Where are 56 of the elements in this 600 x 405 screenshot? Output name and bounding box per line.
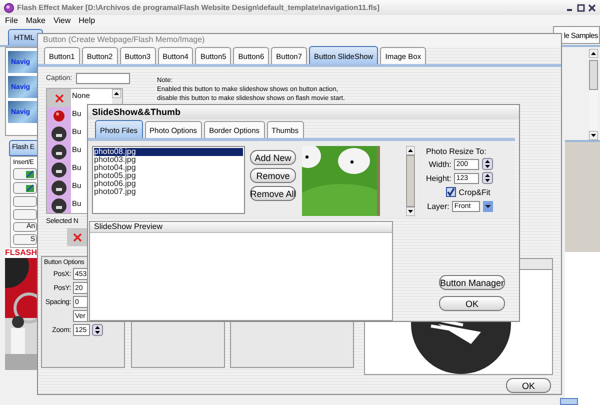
style-swatch[interactable] bbox=[47, 89, 71, 107]
round-button-icon bbox=[51, 144, 67, 160]
scrollbar[interactable] bbox=[405, 146, 416, 216]
list-button[interactable]: Remove bbox=[250, 168, 296, 183]
restore-icon[interactable] bbox=[577, 4, 585, 12]
close-icon bbox=[54, 94, 64, 102]
spin-button[interactable] bbox=[482, 172, 494, 184]
field-label: Height: bbox=[426, 174, 452, 182]
dialog-title: Button (Create Webpage/Flash Memo/Image) bbox=[38, 34, 561, 46]
menu-item[interactable]: File bbox=[5, 16, 18, 25]
close-icon[interactable] bbox=[588, 4, 596, 12]
photo-list-item[interactable]: photo08.jpg bbox=[94, 148, 243, 156]
scroll-up-button[interactable] bbox=[406, 146, 415, 155]
round-button-icon bbox=[51, 180, 67, 196]
round-button-icon bbox=[51, 198, 67, 213]
spin-button[interactable] bbox=[482, 158, 494, 170]
field-label: Layer: bbox=[427, 202, 450, 210]
dialog-title: SlideShow&&Thumb bbox=[88, 105, 519, 119]
resize-title: Photo Resize To: bbox=[426, 147, 488, 156]
toolbar-button[interactable] bbox=[560, 398, 578, 405]
banner-title: FLSASH bbox=[5, 248, 40, 258]
style-swatch[interactable] bbox=[47, 197, 71, 213]
round-button-icon bbox=[51, 162, 67, 178]
style-swatch[interactable] bbox=[47, 107, 71, 125]
insert-button[interactable] bbox=[13, 168, 37, 180]
round-button-icon bbox=[51, 126, 67, 142]
list-button[interactable]: Add New bbox=[250, 150, 296, 165]
close-icon bbox=[72, 232, 82, 242]
scrollbar-thumb[interactable] bbox=[406, 155, 415, 207]
ok-button[interactable]: OK bbox=[439, 296, 505, 311]
scroll-up-button[interactable] bbox=[112, 89, 121, 98]
field-label: Width: bbox=[428, 160, 452, 168]
menu-item[interactable]: Help bbox=[78, 16, 96, 25]
menu-item[interactable]: View bbox=[53, 16, 71, 25]
checkbox[interactable] bbox=[446, 187, 456, 197]
caption-field[interactable] bbox=[76, 73, 130, 84]
ok-button[interactable]: OK bbox=[506, 378, 551, 393]
scrollbar-thumb[interactable] bbox=[589, 60, 598, 90]
image-icon bbox=[25, 183, 35, 193]
scroll-down-button[interactable] bbox=[406, 207, 415, 216]
button-manager-button[interactable]: Button Manager bbox=[439, 275, 505, 290]
scroll-up-button[interactable] bbox=[589, 49, 598, 58]
image-icon bbox=[25, 169, 35, 179]
app-icon bbox=[4, 2, 14, 12]
scrollbar[interactable] bbox=[589, 49, 598, 140]
spin-button[interactable] bbox=[92, 324, 103, 336]
ball-icon bbox=[53, 110, 65, 122]
scroll-down-button[interactable] bbox=[589, 131, 598, 140]
file-list[interactable]: photo08.jpg photo03.jpg photo04.jpg photo05.jpg photo06.jpg photo07.jpg bbox=[92, 146, 245, 214]
checkbox-label: Crop&Fit bbox=[458, 188, 490, 196]
delete-button[interactable] bbox=[67, 228, 87, 246]
list-button[interactable]: Remove All bbox=[250, 186, 296, 201]
menu-item[interactable]: Make bbox=[26, 16, 46, 25]
dropdown-button[interactable] bbox=[483, 200, 494, 212]
panel-title: SlideShow Preview bbox=[90, 222, 392, 233]
insert-button[interactable] bbox=[13, 182, 37, 194]
